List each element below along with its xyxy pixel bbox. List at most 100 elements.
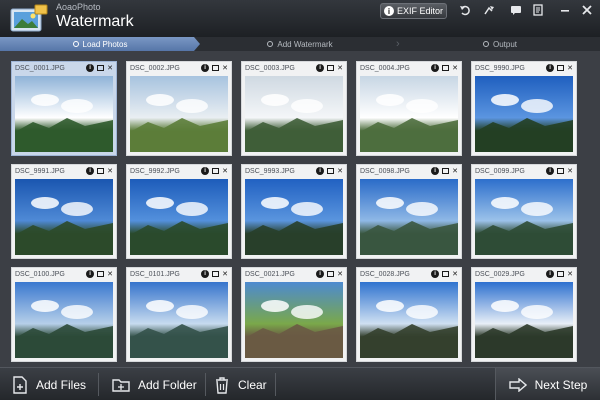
info-icon[interactable]: i: [316, 270, 325, 278]
photo-image: [130, 179, 228, 255]
remove-icon[interactable]: ✕: [452, 64, 458, 73]
photo-thumbnail-card[interactable]: DSC_0028.JPG i ✕: [356, 267, 462, 362]
remove-icon[interactable]: ✕: [222, 270, 228, 279]
preview-icon[interactable]: [327, 65, 335, 71]
info-icon[interactable]: i: [431, 270, 440, 278]
preview-icon[interactable]: [97, 271, 105, 277]
photo-thumbnail-card[interactable]: DSC_9992.JPG i ✕: [126, 164, 232, 259]
remove-icon[interactable]: ✕: [452, 270, 458, 279]
remove-icon[interactable]: ✕: [107, 270, 113, 279]
photo-thumbnail-card[interactable]: DSC_9990.JPG i ✕: [471, 61, 577, 156]
remove-icon[interactable]: ✕: [337, 167, 343, 176]
step-label: Add Watermark: [277, 39, 333, 49]
preview-icon[interactable]: [212, 168, 220, 174]
photo-thumbnail-card[interactable]: DSC_0021.JPG i ✕: [241, 267, 347, 362]
clear-button[interactable]: Clear: [214, 368, 267, 400]
photo-image: [15, 76, 113, 152]
photo-image: [245, 179, 343, 255]
remove-icon[interactable]: ✕: [107, 64, 113, 73]
photo-image: [475, 76, 573, 152]
info-icon[interactable]: i: [201, 270, 210, 278]
add-files-button[interactable]: Add Files: [12, 368, 86, 400]
remove-icon[interactable]: ✕: [567, 167, 573, 176]
preview-icon[interactable]: [442, 271, 450, 277]
exif-editor-label: EXIF Editor: [397, 6, 444, 16]
info-icon[interactable]: i: [431, 64, 440, 72]
info-icon[interactable]: i: [86, 270, 95, 278]
add-file-icon: [13, 375, 27, 394]
info-icon[interactable]: i: [546, 64, 555, 72]
photo-thumbnail-card[interactable]: DSC_0029.JPG i ✕: [471, 267, 577, 362]
preview-icon[interactable]: [97, 168, 105, 174]
share-icon[interactable]: [481, 3, 497, 17]
photo-thumbnail-card[interactable]: DSC_9991.JPG i ✕: [11, 164, 117, 259]
divider: [275, 373, 276, 396]
photo-image: [360, 179, 458, 255]
trash-icon: [216, 376, 228, 394]
close-icon[interactable]: [579, 3, 595, 17]
feedback-icon[interactable]: [508, 3, 524, 17]
photo-thumbnail-card[interactable]: DSC_0002.JPG i ✕: [126, 61, 232, 156]
photo-thumbnail-card[interactable]: DSC_0099.JPG i ✕: [471, 164, 577, 259]
preview-icon[interactable]: [557, 271, 565, 277]
remove-icon[interactable]: ✕: [337, 270, 343, 279]
undo-icon[interactable]: [457, 3, 473, 17]
remove-icon[interactable]: ✕: [567, 270, 573, 279]
remove-icon[interactable]: ✕: [452, 167, 458, 176]
photo-filename: DSC_9993.JPG: [245, 168, 295, 175]
photo-filename: DSC_9991.JPG: [15, 168, 65, 175]
preview-icon[interactable]: [212, 271, 220, 277]
preview-icon[interactable]: [97, 65, 105, 71]
preview-icon[interactable]: [557, 168, 565, 174]
preview-icon[interactable]: [327, 168, 335, 174]
preview-icon[interactable]: [442, 65, 450, 71]
photo-thumbnail-card[interactable]: DSC_0003.JPG i ✕: [241, 61, 347, 156]
info-icon[interactable]: i: [316, 64, 325, 72]
photo-thumbnail-card[interactable]: DSC_9993.JPG i ✕: [241, 164, 347, 259]
info-icon[interactable]: i: [316, 167, 325, 175]
step-add-watermark[interactable]: Add Watermark: [200, 37, 400, 51]
step-load-photos[interactable]: Load Photos: [0, 37, 200, 51]
photo-image: [245, 76, 343, 152]
remove-icon[interactable]: ✕: [107, 167, 113, 176]
photo-filename: DSC_0028.JPG: [360, 271, 410, 278]
info-icon: i: [384, 6, 394, 16]
preview-icon[interactable]: [557, 65, 565, 71]
photo-grid: DSC_0001.JPG i ✕ DSC_0002.JPG i ✕ DSC_0003.JPG…: [0, 51, 600, 367]
photo-filename: DSC_0029.JPG: [475, 271, 525, 278]
remove-icon[interactable]: ✕: [337, 64, 343, 73]
remove-icon[interactable]: ✕: [222, 167, 228, 176]
register-icon[interactable]: [530, 3, 546, 17]
info-icon[interactable]: i: [546, 270, 555, 278]
step-output[interactable]: Output: [400, 37, 600, 51]
remove-icon[interactable]: ✕: [222, 64, 228, 73]
exif-editor-button[interactable]: i EXIF Editor: [380, 3, 447, 19]
preview-icon[interactable]: [327, 271, 335, 277]
info-icon[interactable]: i: [431, 167, 440, 175]
step-label: Load Photos: [82, 39, 128, 49]
info-icon[interactable]: i: [546, 167, 555, 175]
info-icon[interactable]: i: [201, 64, 210, 72]
info-icon[interactable]: i: [86, 167, 95, 175]
minimize-icon[interactable]: [557, 3, 573, 17]
photo-filename: DSC_0100.JPG: [15, 271, 65, 278]
next-step-button[interactable]: Next Step: [495, 368, 600, 400]
photo-thumbnail-card[interactable]: DSC_0004.JPG i ✕: [356, 61, 462, 156]
photo-image: [360, 282, 458, 358]
add-folder-button[interactable]: Add Folder: [112, 368, 197, 400]
photo-filename: DSC_9992.JPG: [130, 168, 180, 175]
preview-icon[interactable]: [212, 65, 220, 71]
divider: [205, 373, 206, 396]
info-icon[interactable]: i: [86, 64, 95, 72]
photo-filename: DSC_9990.JPG: [475, 65, 525, 72]
photo-thumbnail-card[interactable]: DSC_0098.JPG i ✕: [356, 164, 462, 259]
photo-filename: DSC_0002.JPG: [130, 65, 180, 72]
remove-icon[interactable]: ✕: [567, 64, 573, 73]
step-indicator-icon: [72, 41, 79, 47]
preview-icon[interactable]: [442, 168, 450, 174]
photo-thumbnail-card[interactable]: DSC_0101.JPG i ✕: [126, 267, 232, 362]
info-icon[interactable]: i: [201, 167, 210, 175]
photo-filename: DSC_0099.JPG: [475, 168, 525, 175]
photo-thumbnail-card[interactable]: DSC_0100.JPG i ✕: [11, 267, 117, 362]
photo-thumbnail-card[interactable]: DSC_0001.JPG i ✕: [11, 61, 117, 156]
